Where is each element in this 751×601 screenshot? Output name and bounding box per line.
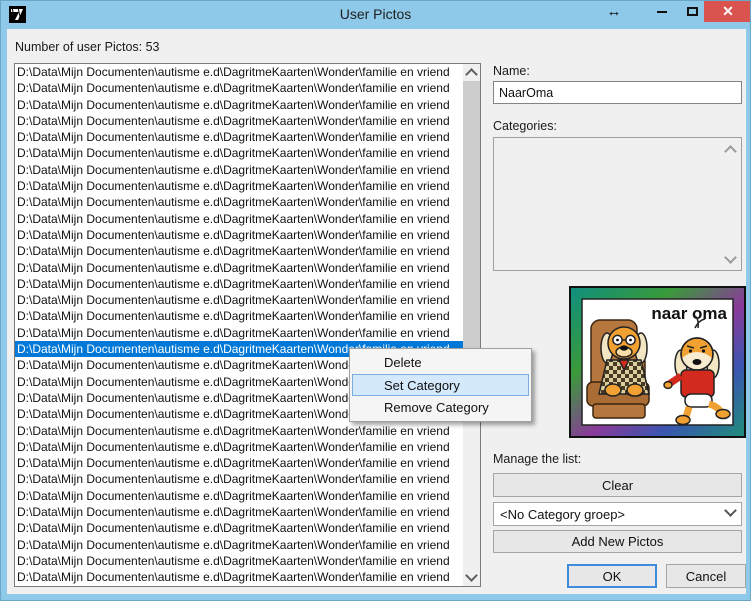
categories-scroll-up[interactable] xyxy=(723,142,737,156)
resize-toggle-button[interactable]: ↔ xyxy=(599,1,629,22)
file-path-rows: D:\Data\Mijn Documenten\autisme e.d\Dagr… xyxy=(15,64,463,586)
minimize-button[interactable] xyxy=(649,1,675,22)
file-path-row[interactable]: D:\Data\Mijn Documenten\autisme e.d\Dagr… xyxy=(15,227,463,243)
maximize-icon xyxy=(687,7,698,16)
file-path-row[interactable]: D:\Data\Mijn Documenten\autisme e.d\Dagr… xyxy=(15,129,463,145)
context-menu-item[interactable]: Set Category xyxy=(352,374,529,397)
file-path-row[interactable]: D:\Data\Mijn Documenten\autisme e.d\Dagr… xyxy=(15,211,463,227)
file-path-row[interactable]: D:\Data\Mijn Documenten\autisme e.d\Dagr… xyxy=(15,113,463,129)
file-path-row[interactable]: D:\Data\Mijn Documenten\autisme e.d\Dagr… xyxy=(15,80,463,96)
file-path-row[interactable]: D:\Data\Mijn Documenten\autisme e.d\Dagr… xyxy=(15,308,463,324)
file-path-row[interactable]: D:\Data\Mijn Documenten\autisme e.d\Dagr… xyxy=(15,64,463,80)
file-path-row[interactable]: D:\Data\Mijn Documenten\autisme e.d\Dagr… xyxy=(15,194,463,210)
close-button[interactable]: ✕ xyxy=(704,1,751,22)
vertical-scrollbar[interactable] xyxy=(463,64,480,586)
file-path-row[interactable]: D:\Data\Mijn Documenten\autisme e.d\Dagr… xyxy=(15,569,463,585)
chevron-up-icon xyxy=(724,145,737,158)
clear-button[interactable]: Clear xyxy=(493,473,742,497)
category-group-select[interactable]: <No Category groep> xyxy=(493,502,742,526)
file-path-row[interactable]: D:\Data\Mijn Documenten\autisme e.d\Dagr… xyxy=(15,520,463,536)
categories-scroll-down[interactable] xyxy=(723,252,737,266)
file-path-row[interactable]: D:\Data\Mijn Documenten\autisme e.d\Dagr… xyxy=(15,243,463,259)
file-path-row[interactable]: D:\Data\Mijn Documenten\autisme e.d\Dagr… xyxy=(15,504,463,520)
file-path-row[interactable]: D:\Data\Mijn Documenten\autisme e.d\Dagr… xyxy=(15,97,463,113)
file-path-row[interactable]: D:\Data\Mijn Documenten\autisme e.d\Dagr… xyxy=(15,488,463,504)
add-new-pictos-button[interactable]: Add New Pictos xyxy=(493,530,742,553)
window-title: User Pictos xyxy=(1,1,750,29)
name-input[interactable] xyxy=(493,81,742,104)
context-menu: DeleteSet CategoryRemove Category xyxy=(349,348,532,422)
chevron-down-icon xyxy=(724,251,737,264)
file-path-row[interactable]: D:\Data\Mijn Documenten\autisme e.d\Dagr… xyxy=(15,439,463,455)
file-path-row[interactable]: D:\Data\Mijn Documenten\autisme e.d\Dagr… xyxy=(15,276,463,292)
manage-list-label: Manage the list: xyxy=(493,452,581,466)
file-path-row[interactable]: D:\Data\Mijn Documenten\autisme e.d\Dagr… xyxy=(15,553,463,569)
file-path-row[interactable]: D:\Data\Mijn Documenten\autisme e.d\Dagr… xyxy=(15,260,463,276)
file-path-row[interactable]: D:\Data\Mijn Documenten\autisme e.d\Dagr… xyxy=(15,178,463,194)
category-group-value: <No Category groep> xyxy=(500,507,726,522)
maximize-button[interactable] xyxy=(679,1,705,22)
chevron-down-icon xyxy=(465,569,478,582)
double-arrow-icon: ↔ xyxy=(607,3,622,20)
scroll-down-button[interactable] xyxy=(463,569,480,586)
chevron-down-icon xyxy=(724,504,737,517)
user-pictos-window: User Pictos ↔ ✕ Number of user Pictos: 5… xyxy=(0,0,751,601)
file-path-row[interactable]: D:\Data\Mijn Documenten\autisme e.d\Dagr… xyxy=(15,325,463,341)
scroll-up-button[interactable] xyxy=(463,64,480,81)
close-icon: ✕ xyxy=(722,3,734,20)
minimize-icon xyxy=(657,11,667,13)
name-label: Name: xyxy=(493,64,530,78)
scrollbar-thumb[interactable] xyxy=(463,81,480,373)
picto-count-label: Number of user Pictos: 53 xyxy=(15,40,160,54)
picto-preview-image: naar oma xyxy=(569,286,746,438)
context-menu-item[interactable]: Remove Category xyxy=(352,396,529,419)
titlebar: User Pictos ↔ ✕ xyxy=(1,1,750,29)
file-path-row[interactable]: D:\Data\Mijn Documenten\autisme e.d\Dagr… xyxy=(15,471,463,487)
file-path-row[interactable]: D:\Data\Mijn Documenten\autisme e.d\Dagr… xyxy=(15,423,463,439)
categories-label: Categories: xyxy=(493,119,557,133)
file-path-row[interactable]: D:\Data\Mijn Documenten\autisme e.d\Dagr… xyxy=(15,537,463,553)
context-menu-item[interactable]: Delete xyxy=(352,351,529,374)
file-path-row[interactable]: D:\Data\Mijn Documenten\autisme e.d\Dagr… xyxy=(15,162,463,178)
picture-caption-text: naar oma xyxy=(651,304,727,323)
cancel-button[interactable]: Cancel xyxy=(666,564,746,588)
file-path-row[interactable]: D:\Data\Mijn Documenten\autisme e.d\Dagr… xyxy=(15,145,463,161)
chevron-up-icon xyxy=(465,68,478,81)
file-path-row[interactable]: D:\Data\Mijn Documenten\autisme e.d\Dagr… xyxy=(15,292,463,308)
ok-button[interactable]: OK xyxy=(567,564,657,588)
categories-listbox[interactable] xyxy=(493,137,742,271)
file-path-row[interactable]: D:\Data\Mijn Documenten\autisme e.d\Dagr… xyxy=(15,455,463,471)
file-path-listbox[interactable]: D:\Data\Mijn Documenten\autisme e.d\Dagr… xyxy=(14,63,481,587)
